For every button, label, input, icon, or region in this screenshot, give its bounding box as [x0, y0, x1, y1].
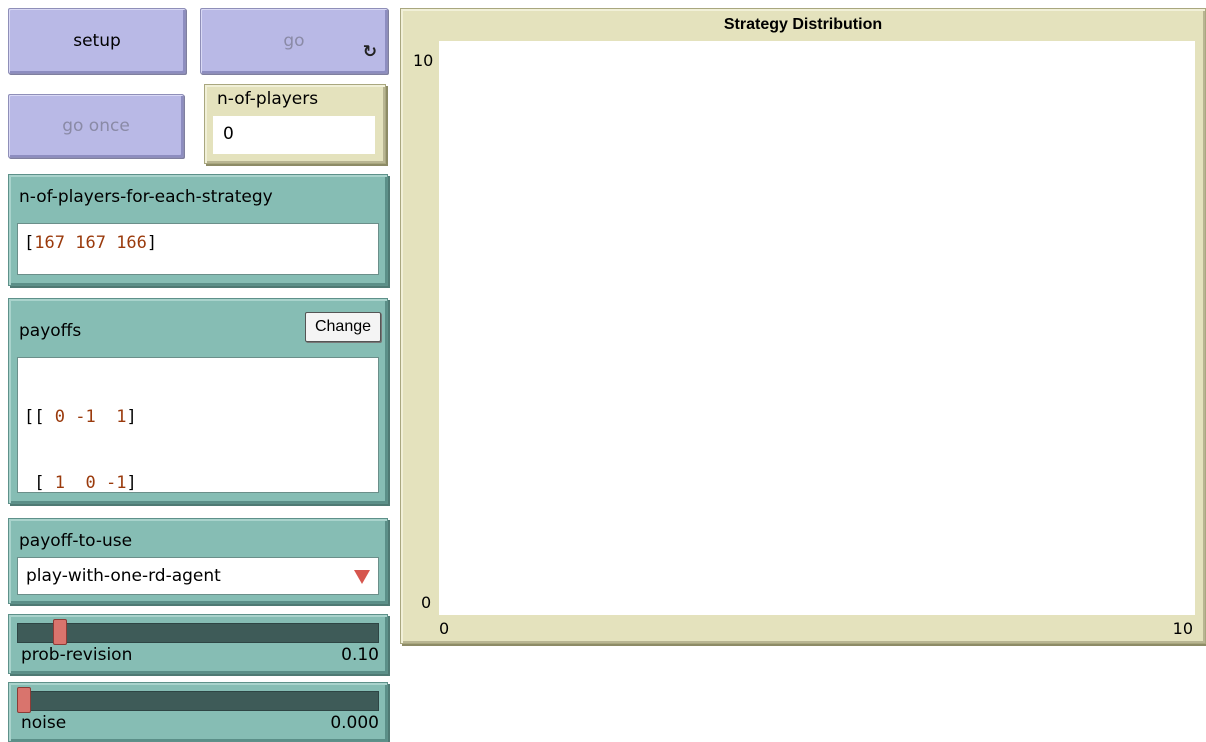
strategy-distribution-plot: Strategy Distribution 10 0 0 10: [400, 8, 1206, 644]
prob-revision-track[interactable]: [17, 623, 379, 643]
plot-title: Strategy Distribution: [723, 16, 883, 33]
prob-revision-value: 0.10: [341, 645, 379, 665]
payoff-to-use-label: payoff-to-use: [19, 531, 133, 551]
payoffs-row: [[ 0 -1 1]: [24, 407, 137, 427]
y-max-tick: 10: [413, 51, 434, 70]
go-button-label: go: [283, 31, 305, 51]
n-of-players-monitor: n-of-players 0: [204, 84, 386, 164]
x-min-tick: 0: [439, 619, 450, 638]
payoff-to-use-dropdown[interactable]: play-with-one-rd-agent: [17, 557, 379, 595]
strategy-counts-field[interactable]: [167 167 166]: [17, 223, 379, 275]
noise-value: 0.000: [330, 713, 379, 733]
payoffs-field[interactable]: [[ 0 -1 1] [ 1 0 -1] [-1 1 0]]: [17, 357, 379, 559]
go-once-button[interactable]: go once: [8, 94, 184, 158]
payoff-to-use-selected: play-with-one-rd-agent: [26, 566, 221, 586]
change-button[interactable]: Change: [305, 312, 381, 342]
prob-revision-slider[interactable]: prob-revision 0.10: [8, 614, 388, 674]
x-max-tick: 10: [1172, 619, 1193, 638]
prob-revision-label: prob-revision: [21, 645, 133, 665]
y-min-tick: 0: [421, 593, 432, 612]
strategy-counts-text: [167 167 166]: [24, 233, 158, 253]
n-of-players-value: 0: [213, 116, 375, 154]
plot-area: [439, 41, 1195, 615]
noise-label: noise: [21, 713, 67, 733]
prob-revision-thumb[interactable]: [52, 619, 67, 645]
payoffs-input: payoffs Change [[ 0 -1 1] [ 1 0 -1] [-1 …: [8, 298, 388, 559]
payoffs-row: [ 1 0 -1]: [24, 473, 137, 493]
strategy-counts-label: n-of-players-for-each-strategy: [19, 187, 273, 207]
dropdown-arrow-icon: [354, 570, 370, 584]
noise-track[interactable]: [17, 691, 379, 711]
go-once-button-label: go once: [62, 116, 130, 136]
setup-button-label: setup: [73, 31, 121, 51]
n-of-players-for-each-strategy-input: n-of-players-for-each-strategy [167 167 …: [8, 174, 388, 286]
setup-button[interactable]: setup: [8, 8, 186, 74]
noise-slider[interactable]: noise 0.000: [8, 682, 388, 742]
n-of-players-label: n-of-players: [217, 89, 319, 109]
go-button[interactable]: go ↻: [200, 8, 388, 74]
payoff-to-use-chooser[interactable]: payoff-to-use play-with-one-rd-agent: [8, 518, 388, 604]
noise-thumb[interactable]: [17, 687, 31, 713]
forever-icon: ↻: [362, 42, 377, 62]
payoffs-label: payoffs: [19, 321, 82, 341]
